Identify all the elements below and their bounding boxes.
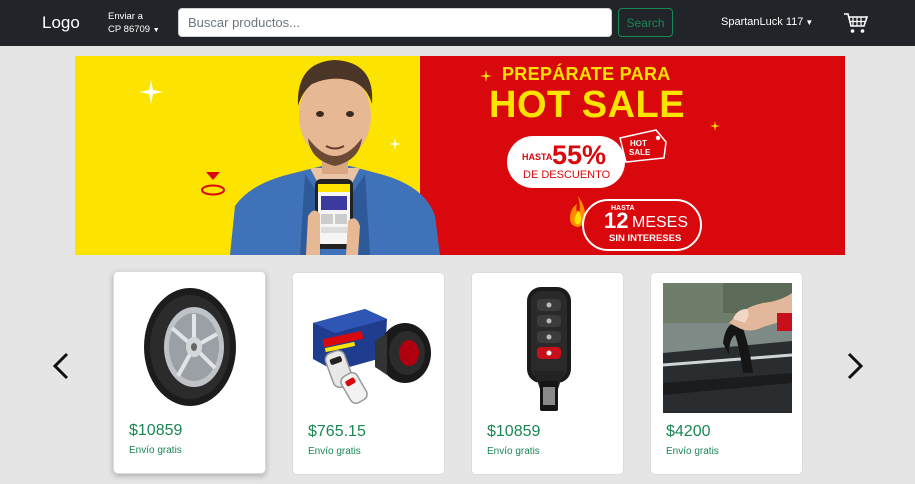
discount-value: 55% [552, 140, 607, 170]
banner-headline-big: HOT SALE [489, 84, 686, 126]
logo[interactable]: Logo [42, 13, 80, 33]
installments-label: MESES [632, 214, 689, 231]
sparkle-icon [480, 70, 492, 82]
installments-value: 12 [604, 208, 629, 233]
installments-suffix: SIN INTERESES [609, 233, 682, 244]
product-image-window-seal [663, 283, 792, 413]
product-card[interactable]: $10859 Envío gratis [113, 271, 266, 474]
user-menu[interactable]: SpartanLuck 117 ▼ [721, 16, 813, 28]
hot-sale-tag-icon: HOT SALE [619, 129, 667, 163]
ship-to-selector[interactable]: Enviar a CP 86709 ▼ [108, 10, 160, 37]
product-image-tire [144, 288, 236, 406]
free-shipping-label: Envío gratis [487, 446, 540, 457]
search-button[interactable]: Search [618, 8, 673, 37]
ship-to-label: Enviar a [108, 11, 143, 22]
search-input[interactable] [178, 8, 612, 37]
product-card[interactable]: $10859 Envío gratis [471, 272, 624, 475]
product-price: $10859 [129, 422, 183, 439]
product-price: $4200 [666, 423, 711, 440]
banner-headline-small: PREPÁRATE PARA [502, 64, 671, 84]
product-price: $10859 [487, 423, 541, 440]
username: SpartanLuck 117 [721, 16, 804, 28]
discount-prefix: HASTA [522, 152, 553, 162]
sparkle-icon [710, 121, 720, 131]
chevron-down-icon: ▼ [152, 27, 160, 34]
product-card[interactable]: $4200 Envío gratis [650, 272, 803, 475]
chevron-down-icon: ▼ [805, 18, 814, 27]
product-image-key-remote [527, 287, 571, 411]
tag-text-hot: HOT [630, 139, 647, 148]
free-shipping-label: Envío gratis [308, 446, 361, 457]
promo-person-image [230, 60, 440, 255]
tag-text-sale: SALE [629, 148, 651, 157]
product-card[interactable]: $765.15 Envío gratis [292, 272, 445, 475]
free-shipping-label: Envío gratis [666, 446, 719, 457]
postal-code: CP 86709 [108, 24, 151, 35]
free-shipping-label: Envío gratis [129, 445, 182, 456]
cart-icon[interactable] [843, 11, 869, 35]
sparkle-icon [139, 80, 163, 104]
top-navbar: Logo Enviar a CP 86709 ▼ Search SpartanL… [0, 0, 915, 46]
chevron-right-icon[interactable] [845, 350, 865, 382]
product-price: $765.15 [308, 423, 366, 440]
discount-label: DE DESCUENTO [523, 169, 611, 181]
product-image-car-alarm [313, 309, 431, 405]
chevron-left-icon[interactable] [51, 350, 71, 382]
promo-banner[interactable]: PREPÁRATE PARA HOT SALE HASTA 55% DE DES… [75, 56, 845, 255]
location-pin-icon [201, 172, 225, 196]
